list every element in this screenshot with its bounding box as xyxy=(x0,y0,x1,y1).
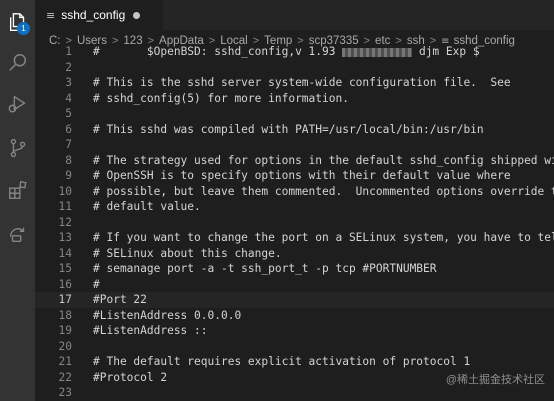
line-text: #Protocol 2 xyxy=(93,370,167,386)
line-content: #Protocol 2 xyxy=(93,370,168,384)
line-content: #Port 22 xyxy=(93,293,147,306)
explorer-badge: 1 xyxy=(17,22,30,35)
line-content: # $OpenBSD: sshd_config,v 1.93 xyxy=(93,45,343,58)
line-content: # This is the sshd server system-wide co… xyxy=(93,76,511,89)
line-text: # SELinux about this change. xyxy=(93,246,282,262)
line-number: 2 xyxy=(65,60,72,74)
code-line[interactable]: 3 # This is the sshd server system-wide c… xyxy=(35,75,554,91)
code-line[interactable]: 19 #ListenAddress :: xyxy=(35,323,554,339)
code-line[interactable]: 2 xyxy=(35,60,554,76)
line-content: # OpenSSH is to specify options with the… xyxy=(93,169,511,182)
line-number: 14 xyxy=(58,246,72,260)
code-line[interactable]: 5 xyxy=(35,106,554,122)
line-number: 12 xyxy=(58,215,72,229)
code-line[interactable]: 18 #ListenAddress 0.0.0.0 xyxy=(35,308,554,324)
source-control-icon[interactable] xyxy=(0,128,35,168)
line-content: # This sshd was compiled with PATH=/usr/… xyxy=(93,122,484,136)
extensions-icon[interactable] xyxy=(0,170,35,210)
remote-explorer-icon[interactable] xyxy=(0,214,35,254)
line-text: # OpenSSH is to specify options with the… xyxy=(93,168,511,184)
code-area[interactable]: 1 # $OpenBSD: sshd_config,v 1.93 djm Exp … xyxy=(35,44,554,401)
line-content: #ListenAddress 0.0.0.0 xyxy=(93,308,242,322)
line-number: 19 xyxy=(58,324,72,337)
code-line[interactable]: 15 # semanage port -a -t ssh_port_t -p tc… xyxy=(35,261,554,277)
line-number: 18 xyxy=(58,308,72,322)
line-number: 16 xyxy=(58,277,72,291)
line-text: # This sshd was compiled with PATH=/usr/… xyxy=(93,122,484,138)
tab-sshd-config[interactable]: ≡ sshd_config xyxy=(35,0,163,30)
editor: ≡ sshd_config C: > Users > 123 > AppData… xyxy=(35,0,554,401)
line-number: 15 xyxy=(58,262,72,275)
code-line[interactable]: 21 # The default requires explicit activa… xyxy=(35,354,554,370)
line-number: 9 xyxy=(65,169,72,182)
code-line[interactable]: 8 # The strategy used for options in the … xyxy=(35,153,554,169)
tab-label: sshd_config xyxy=(61,8,126,22)
code-line[interactable]: 16 # xyxy=(35,277,554,293)
line-text: # This is the sshd server system-wide co… xyxy=(93,75,511,91)
line-content: # The strategy used for options in the d… xyxy=(93,153,554,167)
line-number: 23 xyxy=(58,386,72,399)
line-text: #ListenAddress 0.0.0.0 xyxy=(93,308,241,324)
line-content: #ListenAddress :: xyxy=(93,324,208,337)
line-number: 5 xyxy=(65,107,72,120)
line-number: 3 xyxy=(65,76,72,89)
line-text: # sshd_config(5) for more information. xyxy=(93,91,349,107)
line-content: # The default requires explicit activati… xyxy=(93,355,471,368)
line-number: 20 xyxy=(58,339,72,353)
line-text: #Port 22 xyxy=(93,292,147,308)
line-text: # If you want to change the port on a SE… xyxy=(93,230,554,246)
watermark: @稀土掘金技术社区 xyxy=(445,374,545,386)
line-number: 13 xyxy=(58,231,72,244)
line-text: # The default requires explicit activati… xyxy=(93,354,470,370)
line-content: # semanage port -a -t ssh_port_t -p tcp … xyxy=(93,262,437,275)
line-text: # semanage port -a -t ssh_port_t -p tcp … xyxy=(93,261,437,277)
line-text: # $OpenBSD: sshd_config,v 1.93 djm Exp $ xyxy=(93,44,480,60)
line-number: 21 xyxy=(58,355,72,368)
tab-bar: ≡ sshd_config xyxy=(35,0,554,30)
code-line[interactable]: 17 #Port 22 xyxy=(35,292,554,308)
unsaved-dot-icon[interactable] xyxy=(133,11,141,19)
code-line[interactable]: 10 # possible, but leave them commented. … xyxy=(35,184,554,200)
redacted-text xyxy=(342,47,413,57)
line-number: 6 xyxy=(65,122,72,136)
code-line[interactable]: 7 xyxy=(35,137,554,153)
search-icon[interactable] xyxy=(0,43,35,83)
code-line[interactable]: 23 xyxy=(35,385,554,401)
line-number: 11 xyxy=(58,200,72,213)
activity-bar: 1 xyxy=(0,0,35,401)
code-line[interactable]: 20 xyxy=(35,339,554,355)
line-content: # possible, but leave them commented. Un… xyxy=(93,184,554,198)
code-line[interactable]: 4 # sshd_config(5) for more information. xyxy=(35,91,554,107)
line-number: 8 xyxy=(65,153,72,167)
line-content: # default value. xyxy=(93,200,201,213)
code-line[interactable]: 14 # SELinux about this change. xyxy=(35,246,554,262)
line-text: # The strategy used for options in the d… xyxy=(93,153,554,169)
code-line[interactable]: 12 xyxy=(35,215,554,231)
line-text: # possible, but leave them commented. Un… xyxy=(93,184,554,200)
line-text: # xyxy=(93,277,100,293)
line-text: #ListenAddress :: xyxy=(93,323,208,339)
line-number: 7 xyxy=(65,138,72,151)
run-debug-icon[interactable] xyxy=(0,84,35,124)
explorer-icon[interactable]: 1 xyxy=(0,2,35,42)
line-number: 10 xyxy=(58,184,72,198)
line-content: # If you want to change the port on a SE… xyxy=(93,231,554,244)
line-content: # sshd_config(5) for more information. xyxy=(93,91,349,105)
code-line[interactable]: 11 # default value. xyxy=(35,199,554,215)
code-line[interactable]: 13 # If you want to change the port on a … xyxy=(35,230,554,246)
code-line[interactable]: 6 # This sshd was compiled with PATH=/usr… xyxy=(35,122,554,138)
file-lines-icon: ≡ xyxy=(46,8,56,22)
code-line[interactable]: 1 # $OpenBSD: sshd_config,v 1.93 djm Exp … xyxy=(35,44,554,60)
line-content: # SELinux about this change. xyxy=(93,246,282,260)
line-text: # default value. xyxy=(93,199,201,215)
code-line[interactable]: 9 # OpenSSH is to specify options with th… xyxy=(35,168,554,184)
line-content-tail: djm Exp $ xyxy=(412,45,480,58)
line-number: 17 xyxy=(58,293,72,306)
line-number: 22 xyxy=(58,370,72,384)
line-number: 1 xyxy=(65,45,72,58)
line-content: # xyxy=(93,277,100,291)
line-number: 4 xyxy=(65,91,72,105)
